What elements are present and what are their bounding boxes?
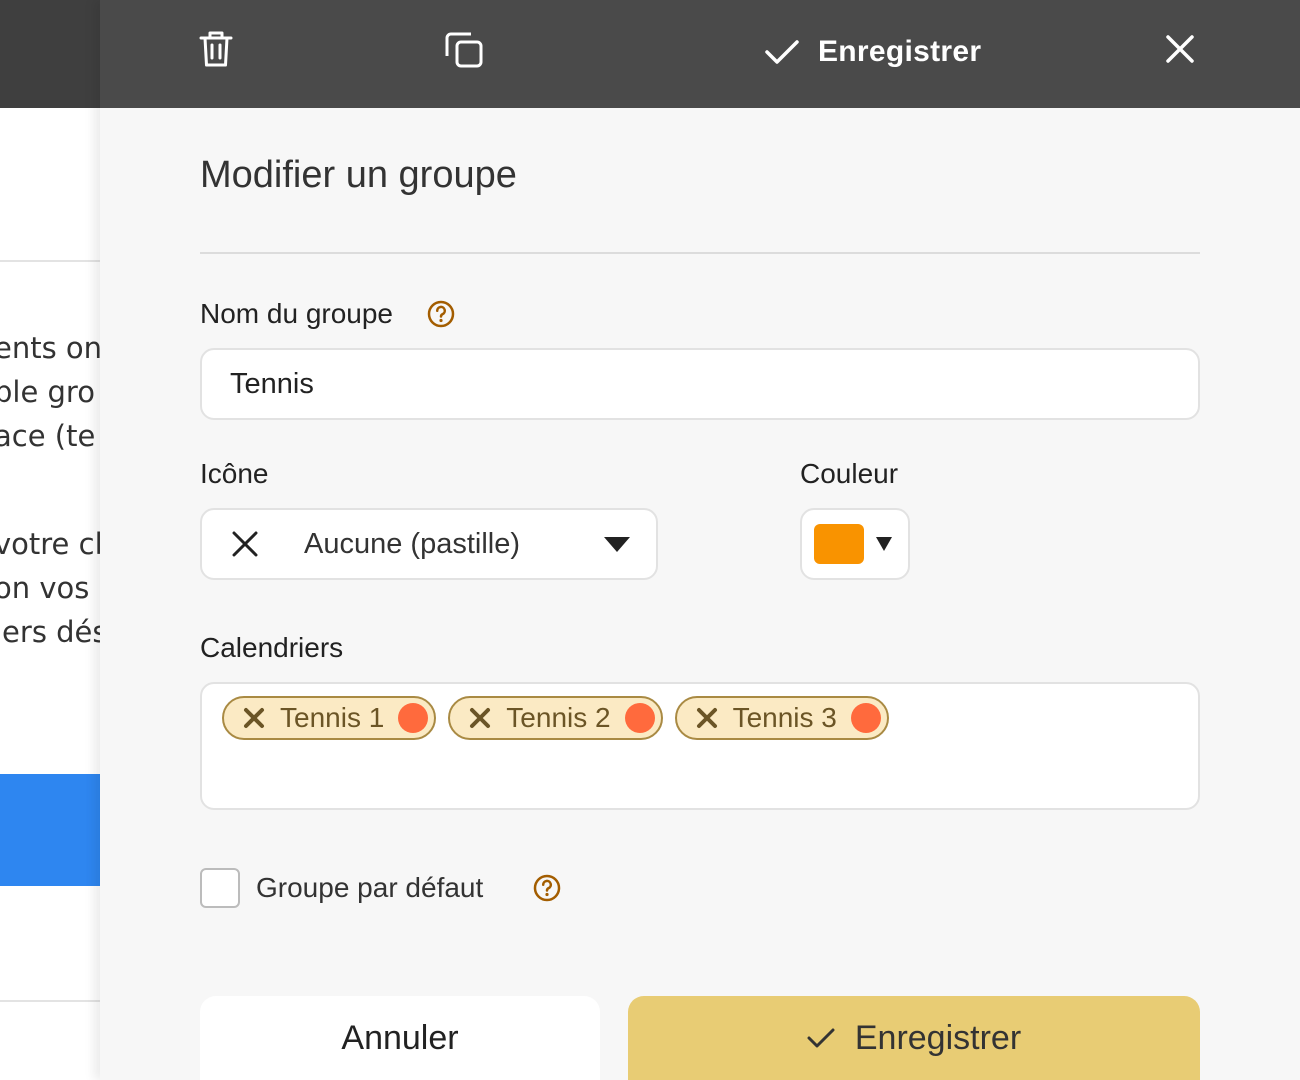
calendar-color-dot — [624, 703, 655, 733]
calendars-multiselect[interactable]: Tennis 1 Tennis 2 Tennis 3 — [200, 682, 1200, 810]
page-title: Modifier un groupe — [200, 154, 517, 196]
group-name-label: Nom du groupe — [200, 298, 394, 329]
copy-icon — [445, 32, 483, 68]
background-page: ents on ple gro ace (te votre cl on vos … — [0, 0, 100, 1080]
toolbar-save-label: Enregistrer — [818, 35, 982, 68]
drawer-toolbar: Enregistrer — [100, 0, 1300, 108]
background-divider — [0, 260, 100, 262]
background-text-line: votre cl — [0, 527, 100, 561]
icon-label: Icône — [200, 458, 269, 489]
background-blue-button[interactable] — [0, 774, 100, 886]
calendar-tag-label: Tennis 3 — [732, 702, 837, 733]
caret-down-icon — [604, 537, 630, 552]
caret-down-icon — [876, 537, 892, 551]
delete-button[interactable] — [196, 28, 236, 70]
close-icon — [1166, 35, 1194, 63]
remove-tag-icon[interactable] — [468, 706, 492, 730]
group-name-input[interactable] — [200, 348, 1200, 420]
remove-tag-icon[interactable] — [695, 706, 719, 730]
group-name-help-icon[interactable] — [427, 300, 455, 328]
background-paragraph-1: ents on ple gro ace (te — [0, 326, 100, 458]
background-text-line: ents on — [0, 331, 100, 365]
icon-select-value: Aucune (pastille) — [304, 527, 520, 560]
default-group-help-icon[interactable] — [533, 874, 561, 902]
icon-select[interactable]: Aucune (pastille) — [200, 508, 658, 580]
check-icon — [807, 1028, 835, 1048]
default-group-label: Groupe par défaut — [256, 872, 484, 903]
color-label: Couleur — [800, 458, 899, 489]
color-swatch — [814, 524, 864, 564]
check-icon — [765, 40, 799, 64]
calendar-color-dot — [398, 703, 429, 733]
calendar-tag: Tennis 2 — [448, 696, 663, 740]
toolbar-save-button[interactable]: Enregistrer — [764, 26, 981, 78]
calendars-label: Calendriers — [200, 632, 344, 663]
edit-group-drawer: Enregistrer Modifier un groupe Nom du gr… — [100, 0, 1300, 1080]
background-topbar — [0, 0, 100, 108]
duplicate-button[interactable] — [442, 27, 486, 71]
remove-tag-icon[interactable] — [242, 706, 266, 730]
calendar-tag-label: Tennis 2 — [506, 702, 611, 733]
save-button[interactable]: Enregistrer — [628, 996, 1200, 1080]
background-divider — [0, 1000, 100, 1002]
color-picker[interactable] — [800, 508, 910, 580]
no-icon-x-icon — [232, 531, 258, 557]
calendar-tag: Tennis 1 — [222, 696, 437, 740]
background-paragraph-2: votre cl on vos c iers dés — [0, 522, 100, 654]
trash-icon — [199, 31, 233, 67]
default-group-checkbox[interactable] — [200, 868, 240, 908]
calendar-color-dot — [850, 703, 881, 733]
background-text-line: ple gro — [0, 375, 95, 409]
title-divider — [200, 252, 1200, 254]
background-text-line: on vos c — [0, 571, 100, 605]
background-text-line: iers dés — [0, 615, 100, 649]
close-button[interactable] — [1160, 30, 1200, 68]
calendar-tag: Tennis 3 — [674, 696, 889, 740]
calendar-tag-label: Tennis 1 — [280, 702, 385, 733]
cancel-button[interactable]: Annuler — [200, 996, 600, 1080]
save-button-label: Enregistrer — [854, 1018, 1022, 1057]
background-text-line: ace (te — [0, 419, 96, 453]
